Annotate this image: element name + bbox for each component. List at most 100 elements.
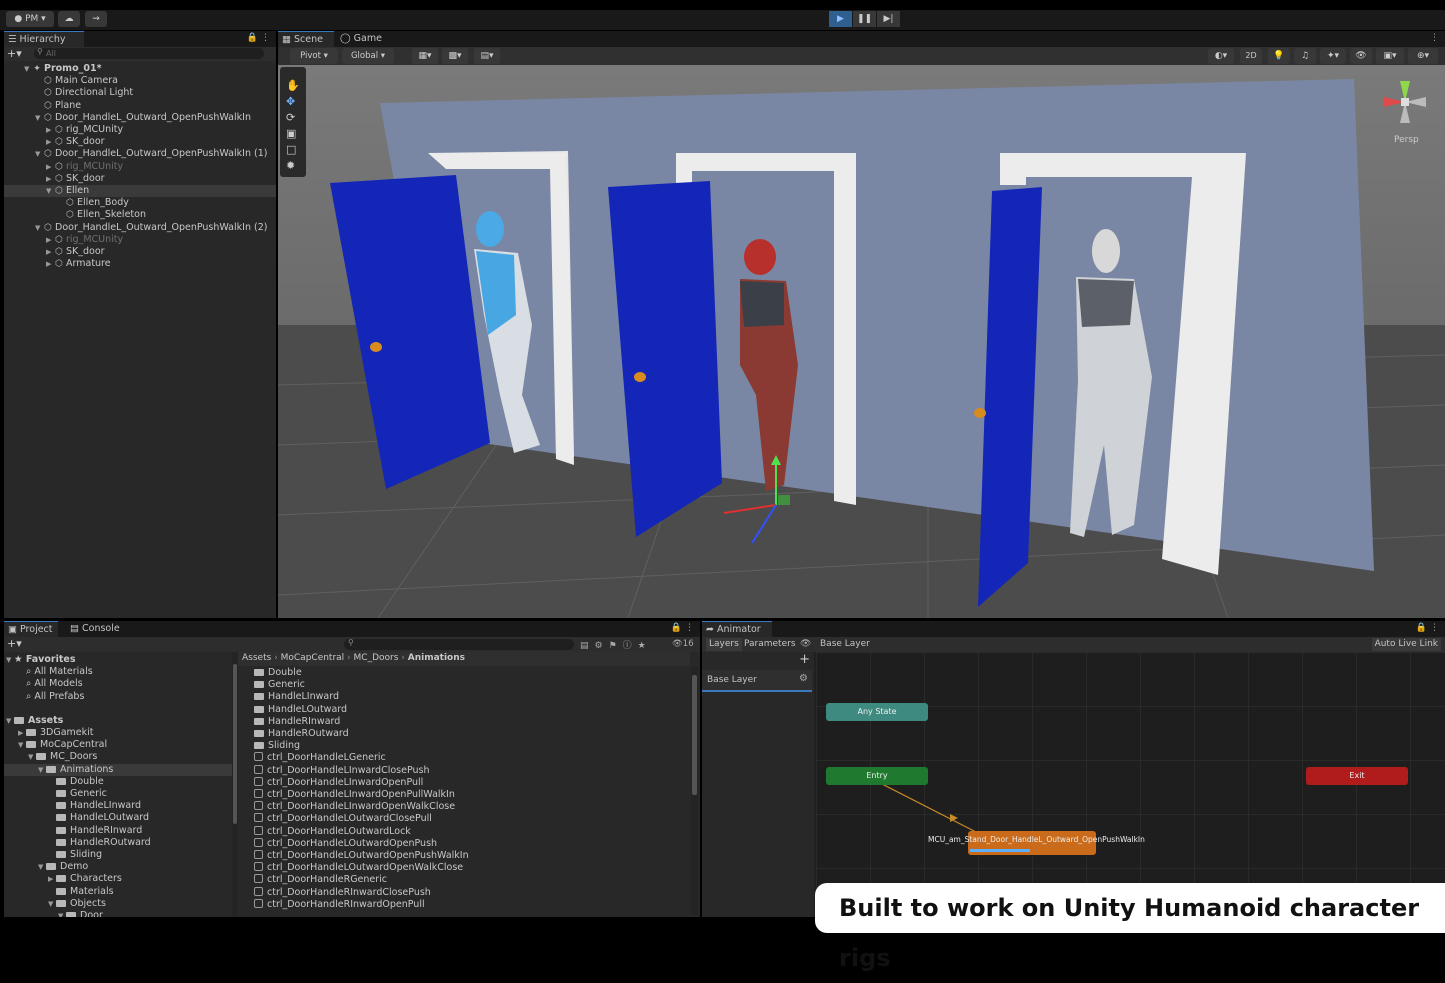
scene-menu-icon[interactable]: ⋮ [1430, 33, 1439, 43]
expand-open-icon[interactable]: ▼ [35, 148, 43, 160]
entry-node[interactable]: Entry [826, 767, 928, 785]
breadcrumb-item[interactable]: Assets [242, 653, 271, 663]
expand-open-icon[interactable]: ▼ [35, 112, 43, 124]
tab-scene[interactable]: ▦ Scene [278, 31, 334, 47]
grid-icon[interactable]: ▦▾ [412, 48, 438, 64]
animator-controller-item[interactable]: ctrl_DoorHandleLOutwardOpenPush [254, 837, 437, 850]
hierarchy-item[interactable]: ▶ ⬡ SK_door [4, 173, 276, 185]
tab-project[interactable]: ▣ Project [4, 621, 58, 637]
layer-settings-icon[interactable]: ⚙ [799, 673, 808, 684]
transform-tool-icon[interactable]: ✹ [286, 159, 295, 172]
expand-closed-icon[interactable]: ▶ [46, 234, 54, 246]
favorites-header[interactable]: ▼ ★ Favorites [6, 654, 75, 666]
orientation-gizmo[interactable] [1378, 75, 1432, 129]
animator-controller-item[interactable]: ctrl_DoorHandleRInwardOpenPull [254, 898, 425, 911]
animator-controller-item[interactable]: ctrl_DoorHandleLInwardOpenPullWalkIn [254, 789, 455, 801]
rotate-tool-icon[interactable]: ⟳ [286, 111, 295, 124]
scene-viewport[interactable]: ✋ ✥ ⟳ ▣ □ ✹ Persp [278, 65, 1445, 618]
auto-live-link-button[interactable]: Auto Live Link [1371, 638, 1441, 651]
filter-icons[interactable]: ▤⚙⚑ⓘ★ [580, 638, 652, 651]
breadcrumb-item[interactable]: MC_Doors [354, 653, 399, 663]
hierarchy-item[interactable]: ▼ ✦ Promo_01* [4, 63, 276, 75]
effects-icon[interactable]: ✦▾ [1320, 48, 1346, 64]
parameters-tab[interactable]: Parameters [744, 638, 796, 651]
favorite-item[interactable]: ⌕ All Models [26, 678, 83, 690]
tab-game[interactable]: ◯ Game [336, 31, 386, 47]
folder-tree-item[interactable]: Double [4, 776, 232, 788]
hierarchy-item[interactable]: ▶ ⬡ rig_MCUnity [4, 161, 276, 173]
camera-icon[interactable]: ▣▾ [1376, 48, 1404, 64]
step-icon[interactable]: ▶| [877, 11, 900, 27]
hierarchy-item[interactable]: ⬡ Ellen_Body [4, 197, 276, 209]
hierarchy-item[interactable]: ⬡ Ellen_Skeleton [4, 209, 276, 221]
increment-icon[interactable]: ▤▾ [474, 48, 500, 64]
expand-icon[interactable]: ▼ [38, 861, 46, 873]
favorite-item[interactable]: ⌕ All Prefabs [26, 691, 84, 703]
add-layer-icon[interactable]: + [799, 652, 810, 667]
expand-closed-icon[interactable]: ▶ [46, 136, 54, 148]
animator-controller-item[interactable]: ctrl_DoorHandleLInwardOpenPull [254, 776, 423, 789]
folder-tree-item[interactable]: HandleRInward [4, 825, 232, 837]
animator-controller-item[interactable]: ctrl_DoorHandleRGeneric [254, 874, 387, 886]
animator-controller-item[interactable]: ctrl_DoorHandleRInwardClosePush [254, 886, 431, 899]
layers-tab[interactable]: Layers [706, 638, 742, 651]
project-lock-icon[interactable]: 🔒 ⋮ [671, 623, 694, 633]
move-tool-icon[interactable]: ✥ [286, 95, 295, 108]
gizmos-icon[interactable]: ⊕▾ [1408, 48, 1438, 64]
tab-animator[interactable]: ➦ Animator [702, 621, 772, 637]
animator-controller-item[interactable]: ctrl_DoorHandleLOutwardOpenWalkClose [254, 862, 463, 874]
play-icon[interactable]: ▶ [829, 11, 852, 27]
expand-icon[interactable]: ▼ [38, 764, 46, 776]
folder-tree-item[interactable]: Generic [4, 788, 232, 800]
account-dropdown[interactable]: ● PM ▾ [6, 11, 54, 27]
hierarchy-search-input[interactable]: All [34, 48, 264, 59]
folder-item[interactable]: HandleLOutward [254, 704, 347, 716]
folder-tree-item[interactable]: ▼ Animations [4, 763, 232, 776]
shading-icon[interactable]: ◐▾ [1208, 48, 1234, 64]
animator-breadcrumb[interactable]: Base Layer [820, 638, 870, 651]
assets-header[interactable]: ▼ Assets [6, 715, 63, 727]
2d-toggle[interactable]: 2D [1240, 48, 1262, 64]
files-scrollbar[interactable] [691, 667, 698, 915]
project-search-input[interactable] [344, 639, 574, 650]
expand-open-icon[interactable]: ▼ [46, 185, 54, 197]
lighting-icon[interactable]: 💡 [1268, 48, 1290, 64]
expand-closed-icon[interactable]: ▶ [46, 173, 54, 185]
hierarchy-item[interactable]: ⬡ Main Camera [4, 75, 276, 87]
expand-open-icon[interactable]: ▼ [6, 715, 14, 727]
default-state-node[interactable]: MCU_am_Stand_Door_HandleL_Outward_OpenPu… [928, 831, 1145, 855]
folder-tree-item[interactable]: ▼ MC_Doors [4, 751, 232, 763]
expand-open-icon[interactable]: ▼ [6, 654, 14, 666]
scale-tool-icon[interactable]: ▣ [286, 127, 296, 140]
audio-icon[interactable]: ♫ [1294, 48, 1316, 64]
hierarchy-item[interactable]: ▶ ⬡ Armature [4, 258, 276, 270]
hierarchy-item[interactable]: ▶ ⬡ rig_MCUnity [4, 234, 276, 246]
exit-node[interactable]: Exit [1306, 767, 1408, 785]
project-add-icon[interactable]: +▾ [7, 637, 22, 650]
lock-icon[interactable]: 🔒 ⋮ [247, 33, 270, 43]
folder-tree-item[interactable]: HandleROutward [4, 837, 232, 849]
folder-tree-item[interactable]: ▶ 3DGamekit [4, 727, 232, 739]
folder-tree-item[interactable]: ▼ Demo [4, 861, 232, 873]
any-state-node[interactable]: Any State [826, 703, 928, 721]
hierarchy-item[interactable]: ▼ ⬡ Door_HandleL_Outward_OpenPushWalkIn (1… [4, 148, 276, 160]
hierarchy-item[interactable]: ▼ ⬡ Door_HandleL_Outward_OpenPushWalkIn (2… [4, 222, 276, 234]
hierarchy-item[interactable]: ⬡ Plane [4, 100, 276, 112]
expand-icon[interactable]: ▼ [18, 739, 26, 751]
tab-hierarchy[interactable]: ☰ Hierarchy [4, 31, 84, 47]
folder-item[interactable]: Sliding [254, 740, 300, 752]
animator-controller-item[interactable]: ctrl_DoorHandleLOutwardOpenPushWalkIn [254, 850, 469, 862]
state-graph[interactable]: Any State Entry Exit MCU_am_Stand_Door_H… [816, 652, 1445, 917]
folder-tree-item[interactable]: HandleLOutward [4, 812, 232, 824]
favorite-item[interactable]: ⌕ All Materials [26, 666, 93, 678]
folder-tree-item[interactable]: ▼ Objects [4, 898, 232, 910]
folder-tree-item[interactable]: HandleLInward [4, 800, 232, 812]
animator-controller-item[interactable]: ctrl_DoorHandleLOutwardClosePull [254, 813, 432, 825]
folder-item[interactable]: HandleROutward [254, 728, 349, 740]
folder-item[interactable]: Double [254, 667, 302, 679]
animator-controller-item[interactable]: ctrl_DoorHandleLGeneric [254, 752, 386, 764]
folder-tree-item[interactable]: Materials [4, 886, 232, 898]
folder-tree-item[interactable]: Sliding [4, 849, 232, 861]
expand-icon[interactable]: ▶ [18, 727, 26, 739]
expand-open-icon[interactable]: ▼ [35, 222, 43, 234]
